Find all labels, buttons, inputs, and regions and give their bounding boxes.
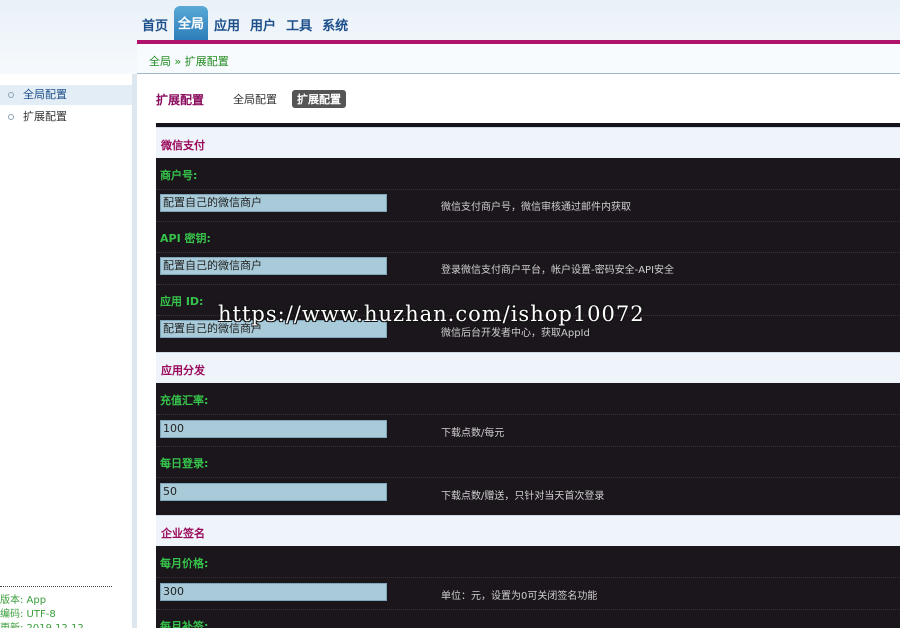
nav-home[interactable]: 首页 xyxy=(138,12,172,42)
api-key-label: API 密钥: xyxy=(160,232,211,245)
nav-system[interactable]: 系统 xyxy=(318,12,352,42)
nav-tools[interactable]: 工具 xyxy=(282,12,316,42)
sidebar-item-label: 全局配置 xyxy=(23,88,67,101)
row-divider xyxy=(156,577,900,578)
field-label-row: 每月价格: xyxy=(156,546,900,577)
monthly-resign-label: 每月补签: xyxy=(160,620,209,628)
field-label-row: 每月补签: xyxy=(156,609,900,628)
sidebar-item-label: 扩展配置 xyxy=(23,110,67,123)
nav-global[interactable]: 全局 xyxy=(174,6,209,42)
sidebar-item-global-config[interactable]: 全局配置 xyxy=(0,85,132,105)
breadcrumb[interactable]: 全局 » 扩展配置 xyxy=(149,53,229,69)
field-label-row: 每日登录: xyxy=(156,446,900,477)
bullet-icon xyxy=(8,92,14,98)
recharge-rate-input[interactable]: 100 xyxy=(160,420,387,438)
encoding-text: 编码: UTF-8 xyxy=(0,609,56,620)
section-title: 应用分发 xyxy=(161,364,205,377)
section-header-wechat-pay: 微信支付 xyxy=(156,127,900,158)
daily-login-hint: 下载点数/赠送，只针对当天首次登录 xyxy=(441,491,605,502)
monthly-price-label: 每月价格: xyxy=(160,557,209,570)
row-divider xyxy=(156,252,900,253)
bullet-icon xyxy=(8,114,14,120)
field-label-row: 商户号: xyxy=(156,158,900,189)
monthly-price-hint: 单位：元，设置为0可关闭签名功能 xyxy=(441,591,598,602)
sidebar-item-extended-config[interactable]: 扩展配置 xyxy=(0,107,132,127)
monthly-price-input[interactable]: 300 xyxy=(160,583,387,601)
recharge-rate-hint: 下载点数/每元 xyxy=(441,428,505,439)
merchant-id-hint: 微信支付商户号，微信审核通过邮件内获取 xyxy=(441,202,631,213)
daily-login-input[interactable]: 50 xyxy=(160,483,387,501)
row-divider xyxy=(156,414,900,415)
breadcrumb-bar: 全局 » 扩展配置 xyxy=(137,44,900,74)
settings-form: 微信支付 商户号: 配置自己的微信商户 微信支付商户号，微信审核通过邮件内获取 … xyxy=(156,127,900,628)
update-text: 更新: 2019.12.12 xyxy=(0,619,84,628)
nav-apps[interactable]: 应用 xyxy=(210,12,244,42)
sidebar-divider xyxy=(0,586,112,587)
section-title: 企业签名 xyxy=(161,527,205,540)
tab-extended-config[interactable]: 扩展配置 xyxy=(292,90,347,108)
main-content: 扩展配置 全局配置 扩展配置 微信支付 商户号: 配置自己的微信商户 微信支付商… xyxy=(137,75,900,628)
sidebar: 全局配置 扩展配置 xyxy=(0,74,136,628)
app-id-label: 应用 ID: xyxy=(160,295,204,308)
merchant-id-label: 商户号: xyxy=(160,169,198,182)
watermark-text: https://www.huzhan.com/ishop10072 xyxy=(218,302,645,326)
field-label-row: 充值汇率: xyxy=(156,383,900,414)
merchant-id-input[interactable]: 配置自己的微信商户 xyxy=(160,194,387,212)
app-id-hint: 微信后台开发者中心，获取AppId xyxy=(441,328,590,339)
section-header-app-distribution: 应用分发 xyxy=(156,352,900,383)
field-label-row: API 密钥: xyxy=(156,221,900,252)
api-key-hint: 登录微信支付商户平台，帐户设置-密码安全-API安全 xyxy=(441,265,675,276)
nav-users[interactable]: 用户 xyxy=(246,12,280,42)
page-header: 扩展配置 全局配置 扩展配置 xyxy=(156,90,356,108)
row-divider xyxy=(156,189,900,190)
api-key-input[interactable]: 配置自己的微信商户 xyxy=(160,257,387,275)
recharge-rate-label: 充值汇率: xyxy=(160,394,209,407)
section-title: 微信支付 xyxy=(161,139,205,152)
main-nav: 首页 全局 应用 用户 工具 系统 xyxy=(138,6,354,42)
version-text: 版本: App xyxy=(0,595,47,606)
page-title: 扩展配置 xyxy=(156,92,205,107)
tab-global-config[interactable]: 全局配置 xyxy=(228,90,282,108)
daily-login-label: 每日登录: xyxy=(160,457,209,470)
section-header-enterprise-sign: 企业签名 xyxy=(156,515,900,546)
row-divider xyxy=(156,477,900,478)
